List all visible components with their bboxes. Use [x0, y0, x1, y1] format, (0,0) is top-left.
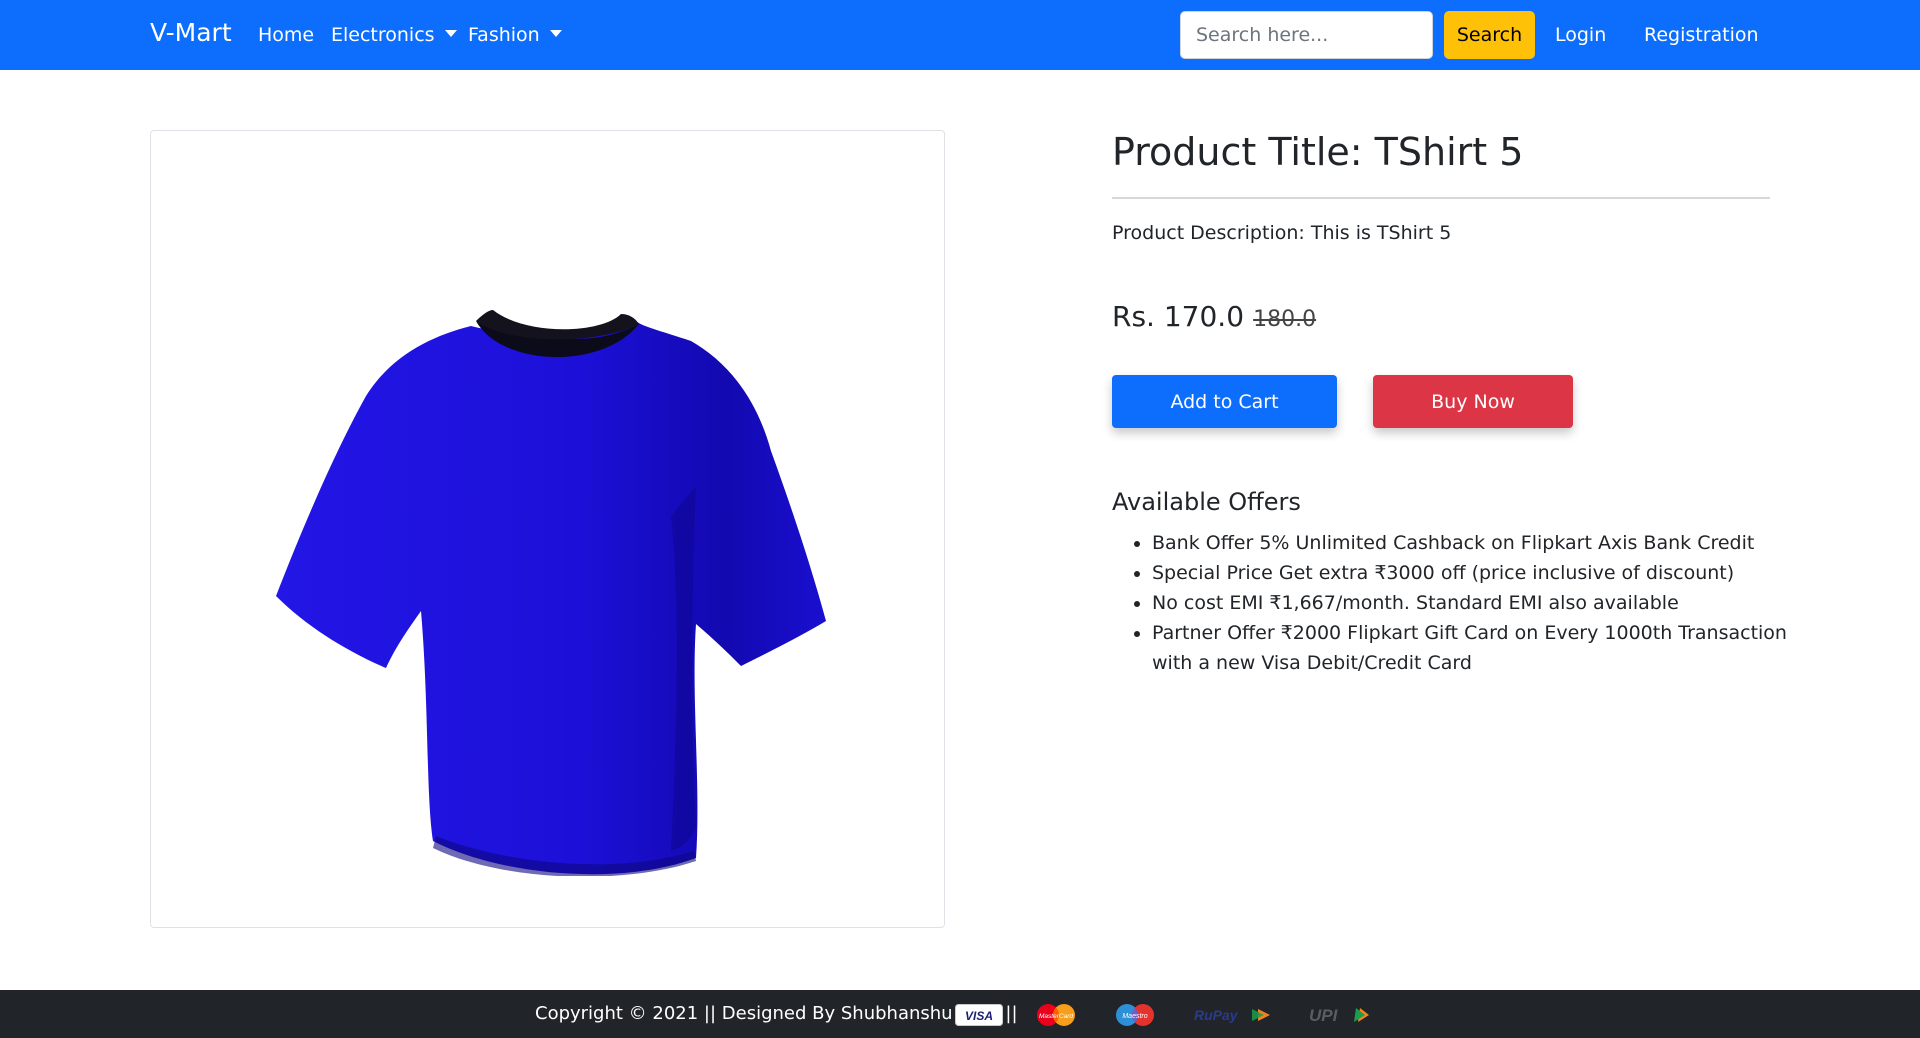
navbar: V-Mart Home Electronics Fashion Search L… — [0, 0, 1920, 70]
search-button[interactable]: Search — [1444, 11, 1535, 59]
rupay-icon: RuPay — [1194, 1007, 1270, 1023]
nav-registration-link[interactable]: Registration — [1644, 24, 1759, 46]
visa-icon: VISA — [955, 1004, 1003, 1026]
chevron-down-icon — [549, 30, 562, 37]
nav-fashion-label: Fashion — [468, 24, 540, 46]
original-price: 180.0 — [1253, 307, 1317, 332]
offer-item: Special Price Get extra ₹3000 off (price… — [1152, 558, 1792, 588]
nav-login-link[interactable]: Login — [1555, 24, 1606, 46]
brand-logo[interactable]: V-Mart — [150, 18, 232, 47]
add-to-cart-button[interactable]: Add to Cart — [1112, 375, 1337, 428]
product-image — [276, 310, 826, 876]
nav-electronics-dropdown[interactable]: Electronics — [331, 24, 457, 46]
nav-electronics-label: Electronics — [331, 24, 435, 46]
nav-home-link[interactable]: Home — [258, 24, 314, 46]
rupay-label: RuPay — [1194, 1007, 1239, 1023]
price-row: Rs. 170.0 180.0 — [1112, 300, 1316, 333]
footer-copyright: Copyright © 2021 || Designed By Shubhans… — [535, 1003, 1018, 1024]
visa-label: VISA — [965, 1009, 993, 1023]
maestro-label: Maestro — [1122, 1013, 1147, 1020]
maestro-icon: Maestro — [1116, 1004, 1154, 1026]
offer-item: No cost EMI ₹1,667/month. Standard EMI a… — [1152, 588, 1792, 618]
upi-icon: UPI — [1309, 1006, 1369, 1025]
offer-item: Bank Offer 5% Unlimited Cashback on Flip… — [1152, 528, 1792, 558]
offer-item: Partner Offer ₹2000 Flipkart Gift Card o… — [1152, 618, 1792, 678]
chevron-down-icon — [444, 30, 457, 37]
footer: Copyright © 2021 || Designed By Shubhans… — [0, 990, 1920, 1038]
mastercard-icon: MasterCard — [1037, 1004, 1075, 1026]
product-description: Product Description: This is TShirt 5 — [1112, 222, 1452, 244]
upi-label: UPI — [1309, 1006, 1339, 1025]
buy-now-button[interactable]: Buy Now — [1373, 375, 1573, 428]
offers-list: Bank Offer 5% Unlimited Cashback on Flip… — [1112, 528, 1792, 678]
search-input[interactable] — [1180, 11, 1433, 59]
title-divider — [1112, 197, 1770, 199]
product-image-card — [150, 130, 945, 928]
offers-heading: Available Offers — [1112, 488, 1301, 516]
current-price: Rs. 170.0 — [1112, 300, 1245, 333]
mastercard-label: MasterCard — [1039, 1013, 1073, 1020]
nav-fashion-dropdown[interactable]: Fashion — [468, 24, 562, 46]
product-title: Product Title: TShirt 5 — [1112, 130, 1524, 174]
